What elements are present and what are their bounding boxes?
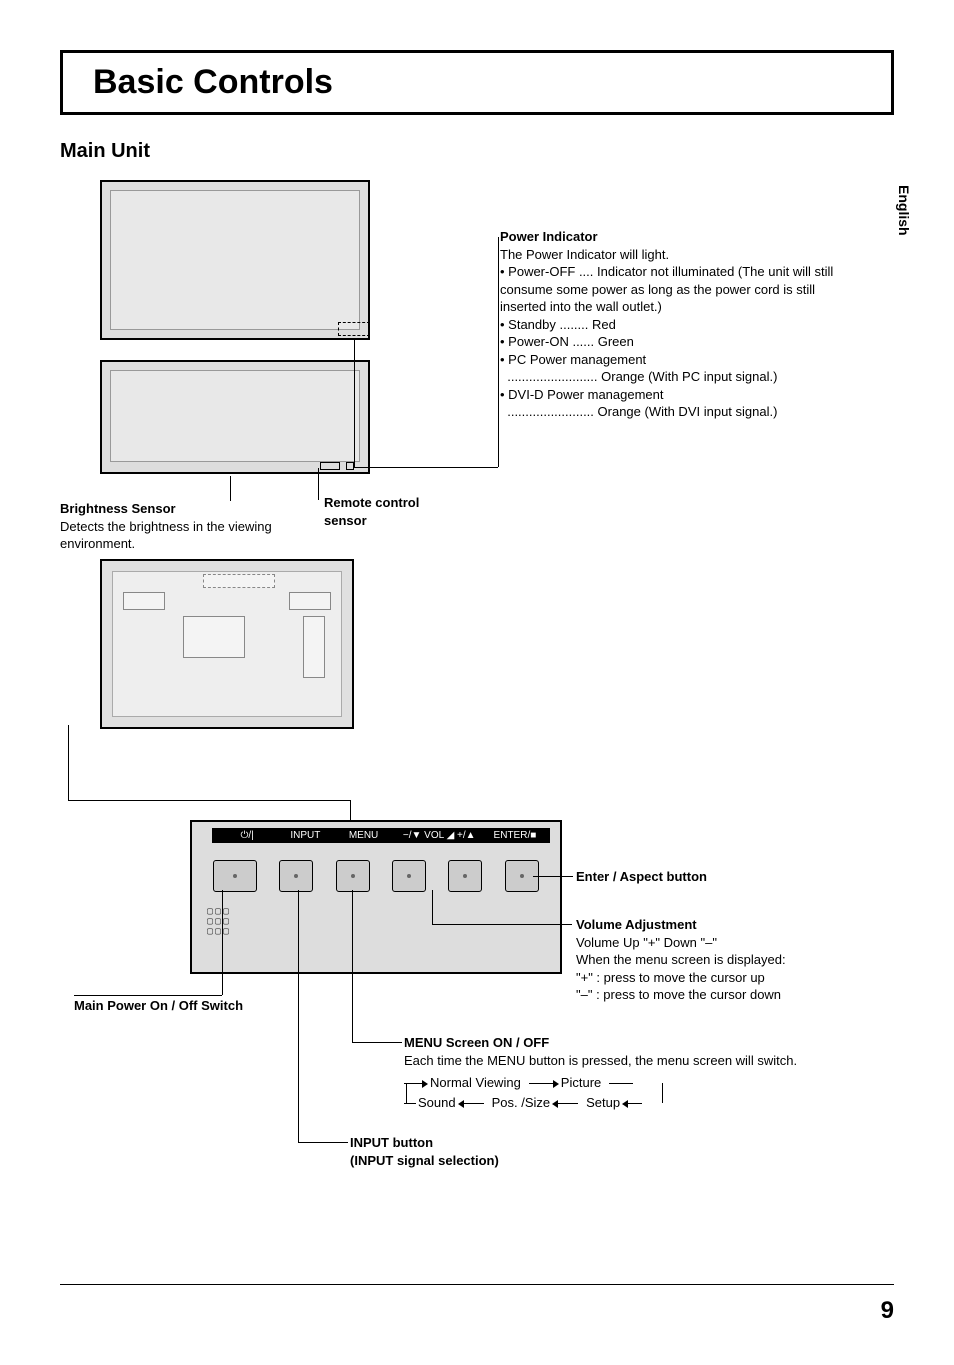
figure-tv-bottom: [100, 360, 370, 474]
leader-line: [498, 237, 499, 467]
menu-flow-diagram: Normal Viewing Picture Sound Pos. /Size …: [404, 1075, 804, 1115]
label-heading: INPUT button: [350, 1135, 433, 1150]
leader-line: [68, 800, 350, 801]
label-item: • Power-OFF .... Indicator not illuminat…: [500, 263, 850, 316]
label-heading: Volume Adjustment: [576, 916, 856, 934]
page-number: 9: [881, 1297, 894, 1325]
label-main-power: Main Power On / Off Switch: [74, 997, 294, 1015]
back-panel-buttons-callout: [203, 574, 275, 588]
label-body: Each time the MENU button is pressed, th…: [404, 1052, 804, 1070]
label-line: "+" : press to move the cursor up: [576, 969, 856, 987]
leader-line: [432, 890, 433, 924]
label-menu-button: MENU Screen ON / OFF Each time the MENU …: [404, 1034, 804, 1115]
label-input-button: INPUT button (INPUT signal selection): [350, 1134, 630, 1169]
flow-node: Normal Viewing: [430, 1074, 521, 1092]
figure-tv-bottom-edge: [110, 370, 360, 462]
leader-line: [432, 924, 572, 925]
leader-line: [222, 890, 223, 995]
label-heading: Remote control sensor: [324, 495, 419, 528]
leader-line: [74, 995, 222, 996]
indicator-led-mark: [346, 462, 354, 470]
label-heading: Main Power On / Off Switch: [74, 998, 243, 1013]
label-remote-sensor: Remote control sensor: [324, 494, 444, 529]
leader-line: [352, 1042, 402, 1043]
label-heading: Brightness Sensor: [60, 501, 176, 516]
figure-tv-front: [100, 180, 370, 340]
manual-page: Basic Controls Main Unit English Power I…: [0, 0, 954, 1365]
btn-label-vol: −/▼ VOL ◢ +/▲: [393, 830, 486, 841]
label-brightness-sensor: Brightness Sensor Detects the brightness…: [60, 500, 320, 553]
btn-label-power-icon: ⏻/|: [218, 830, 276, 841]
label-item: • PC Power management: [500, 351, 850, 369]
leader-line: [298, 1142, 348, 1143]
label-item: ........................ Orange (With DV…: [500, 403, 850, 421]
remote-sensor-mark: [320, 462, 340, 470]
label-line: When the menu screen is displayed:: [576, 951, 856, 969]
leader-line: [298, 890, 299, 1142]
footer-rule: [60, 1284, 894, 1285]
flow-node: Setup: [586, 1094, 620, 1112]
page-title: Basic Controls: [93, 63, 871, 102]
label-heading: Enter / Aspect button: [576, 869, 707, 884]
label-enter-aspect: Enter / Aspect button: [576, 868, 796, 886]
leader-line: [354, 467, 498, 468]
label-line: Volume Up "+" Down "–": [576, 934, 856, 952]
button-labels-strip: ⏻/| INPUT MENU −/▼ VOL ◢ +/▲ ENTER/■: [212, 828, 550, 843]
vent-dots: ▢▢▢▢▢▢▢▢▢: [207, 907, 231, 937]
figure-button-panel: ⏻/| INPUT MENU −/▼ VOL ◢ +/▲ ENTER/■ ▢▢▢…: [190, 820, 562, 974]
label-volume: Volume Adjustment Volume Up "+" Down "–"…: [576, 916, 856, 1004]
page-title-box: Basic Controls: [60, 50, 894, 115]
back-panel-port: [183, 616, 245, 658]
back-panel-port: [123, 592, 165, 610]
input-button: [279, 860, 313, 892]
figure-tv-back: [100, 559, 354, 729]
label-line: "–" : press to move the cursor down: [576, 986, 856, 1004]
flow-node: Pos. /Size: [492, 1094, 551, 1112]
leader-line: [318, 468, 319, 500]
sensor-callout-mark: [338, 322, 370, 336]
flow-node: Sound: [418, 1094, 456, 1112]
label-body: Detects the brightness in the viewing en…: [60, 519, 272, 552]
buttons-row: [192, 860, 560, 892]
menu-button: [336, 860, 370, 892]
figure-tv-screen: [110, 190, 360, 330]
leader-line: [68, 725, 69, 800]
label-body: The Power Indicator will light.: [500, 246, 850, 264]
btn-label-input: INPUT: [276, 830, 334, 841]
section-heading: Main Unit: [60, 140, 894, 163]
leader-line: [230, 476, 231, 501]
label-power-indicator: Power Indicator The Power Indicator will…: [500, 228, 850, 421]
label-item: ......................... Orange (With P…: [500, 368, 850, 386]
back-panel-port: [289, 592, 331, 610]
btn-label-menu: MENU: [334, 830, 392, 841]
tv-back-inner: [112, 571, 342, 717]
btn-label-enter: ENTER/■: [486, 830, 544, 841]
power-button: [213, 860, 257, 892]
vol-up-button: [448, 860, 482, 892]
label-item: • DVI-D Power management: [500, 386, 850, 404]
vol-down-button: [392, 860, 426, 892]
leader-line: [354, 340, 355, 467]
flow-node: Picture: [561, 1074, 601, 1092]
back-panel-port: [303, 616, 325, 678]
leader-line: [352, 890, 353, 1042]
label-item: • Power-ON ...... Green: [500, 333, 850, 351]
label-sub: (INPUT signal selection): [350, 1153, 499, 1168]
label-item: • Standby ........ Red: [500, 316, 850, 334]
language-tab: English: [896, 185, 912, 236]
label-heading: Power Indicator: [500, 228, 850, 246]
label-heading: MENU Screen ON / OFF: [404, 1034, 804, 1052]
leader-line: [350, 800, 351, 820]
leader-line: [533, 876, 573, 877]
